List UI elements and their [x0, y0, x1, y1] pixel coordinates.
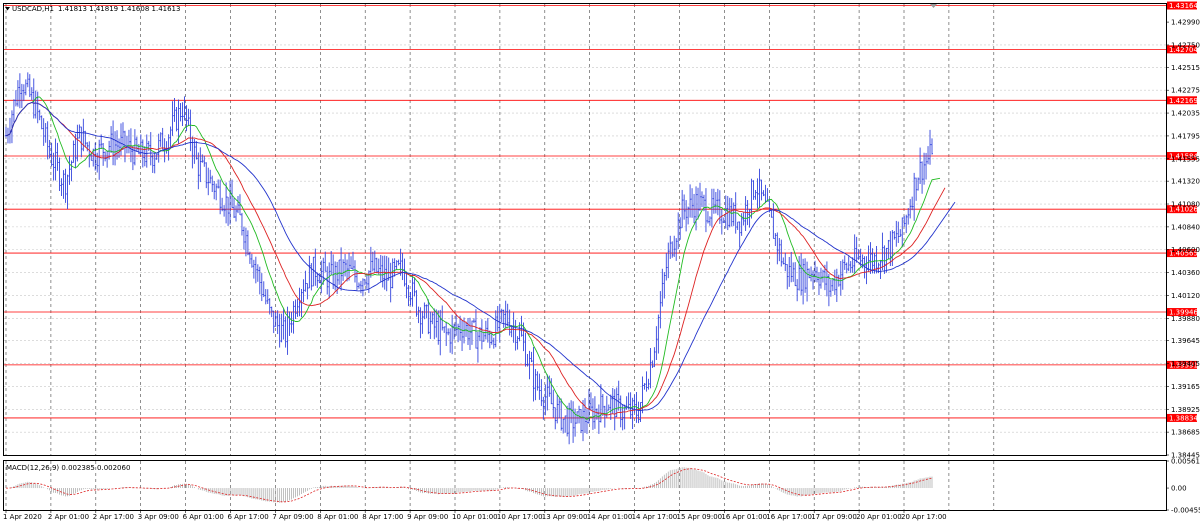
price-tick-label: 1.41795: [1171, 132, 1200, 140]
price-tick-label: 1.41320: [1171, 178, 1200, 186]
time-tick-label: 6 Apr 17:00: [228, 513, 269, 521]
grid: [4, 4, 1166, 510]
time-tick-label: 14 Apr 17:00: [632, 513, 678, 521]
price-tick-label: 1.39645: [1171, 337, 1200, 345]
price-tick-label: 1.40600: [1171, 246, 1200, 254]
time-tick-label: 13 Apr 09:00: [542, 513, 588, 521]
price-tick-label: 1.40360: [1171, 269, 1200, 277]
time-tick-label: 8 Apr 01:00: [317, 513, 358, 521]
time-tick-label: 14 Apr 01:00: [587, 513, 633, 521]
time-tick-label: 20 Apr 01:00: [856, 513, 902, 521]
price-tick-label: 1.41080: [1171, 201, 1200, 209]
time-tick-label: 10 Apr 17:00: [497, 513, 543, 521]
price-tick-label: 1.42750: [1171, 41, 1200, 49]
time-tick-label: 6 Apr 01:00: [183, 513, 224, 521]
horizontal-levels[interactable]: 1.431641.427041.421691.415841.410261.405…: [4, 1, 1198, 423]
time-tick-label: 1 Apr 2020: [3, 513, 42, 521]
time-tick-label: 17 Apr 09:00: [811, 513, 857, 521]
price-tick-label: 1.40120: [1171, 292, 1200, 300]
chart-canvas[interactable]: 1.431641.427041.421691.415841.410261.405…: [0, 0, 1200, 525]
price-tick-label: 1.42035: [1171, 110, 1200, 118]
time-tick-label: 3 Apr 09:00: [138, 513, 179, 521]
chart-symbol-label: USDCAD,H1: [12, 5, 54, 13]
macd-tick-label: -0.004556: [1171, 507, 1200, 515]
macd-label: MACD(12,26,9) 0.002385 0.002060: [6, 464, 130, 472]
axes: 1.42990 1.42750 1.42515 1.42275 1.42035 1.417…: [3, 19, 1200, 521]
price-tick-label: 1.42275: [1171, 87, 1200, 95]
time-tick-label: 10 Apr 01:00: [452, 513, 498, 521]
macd-indicator: [6, 467, 933, 503]
time-tick-label: 16 Apr 17:00: [766, 513, 812, 521]
macd-signal-line: [6, 468, 933, 503]
ohlc-readout: 1.41813 1.41819 1.41608 1.41613: [58, 5, 180, 13]
price-tick-label: 1.39165: [1171, 383, 1200, 391]
price-tick-label: 1.42515: [1171, 64, 1200, 72]
macd-tick-label: 0.005619: [1171, 458, 1200, 466]
price-tag-label: 1.38834: [1169, 414, 1198, 422]
price-tick-label: 1.39405: [1171, 360, 1200, 368]
price-pane-frame: [3, 3, 1167, 456]
time-tick-label: 20 Apr 17:00: [901, 513, 947, 521]
scroll-marker-icon[interactable]: [930, 4, 937, 8]
chart-window[interactable]: 1.43164 1.42704 1.42169 1.41584 1.41026 1.405…: [0, 0, 1200, 525]
time-tick-label: 9 Apr 09:00: [407, 513, 448, 521]
time-tick-label: 15 Apr 09:00: [677, 513, 723, 521]
time-tick-label: 16 Apr 01:00: [721, 513, 767, 521]
macd-tick-label: 0.00: [1171, 485, 1187, 493]
price-tag-label: 1.42169: [1169, 97, 1198, 105]
price-tick-label: 1.38685: [1171, 429, 1200, 437]
time-tick-label: 2 Apr 17:00: [93, 513, 134, 521]
triangle-down-icon[interactable]: [5, 7, 10, 11]
time-tick-label: 7 Apr 09:00: [272, 513, 313, 521]
price-tick-label: 1.38925: [1171, 406, 1200, 414]
time-tick-label: 2 Apr 01:00: [48, 513, 89, 521]
price-tick-label: 1.39880: [1171, 315, 1200, 323]
ma-fast-line: [5, 96, 941, 421]
price-tick-label: 1.42990: [1171, 19, 1200, 27]
time-tick-label: 8 Apr 17:00: [362, 513, 403, 521]
price-tick-label: 1.41555: [1171, 155, 1200, 163]
macd-pane-frame: [3, 460, 1167, 511]
ma-mid-line: [5, 102, 946, 416]
candles: [5, 72, 933, 445]
price-tick-label: 1.40840: [1171, 223, 1200, 231]
price-tag-label: 1.43164: [1169, 2, 1198, 10]
